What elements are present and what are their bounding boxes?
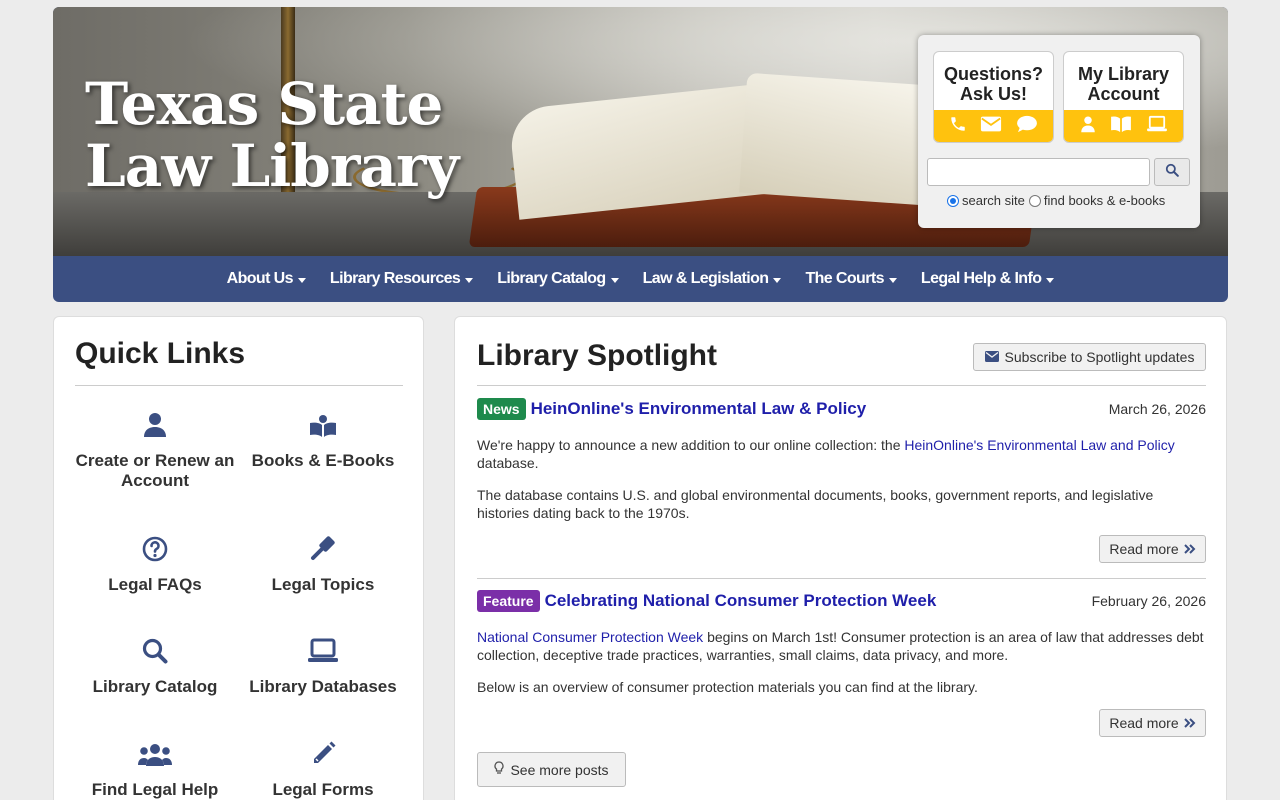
quick-link-library-catalog[interactable]: Library Catalog <box>71 638 239 697</box>
nav-the-courts[interactable]: The Courts <box>793 270 908 288</box>
read-more-button[interactable]: Read more <box>1099 535 1206 563</box>
site-title[interactable]: Texas State Law Library <box>85 73 459 197</box>
search-icon <box>142 638 168 669</box>
quick-link-legal-forms[interactable]: Legal Forms <box>239 741 407 800</box>
questions-card[interactable]: Questions? Ask Us! <box>933 51 1054 143</box>
radio-search-site[interactable] <box>947 194 959 207</box>
main-nav: About Us Library Resources Library Catal… <box>53 256 1228 302</box>
spotlight-title: Library Spotlight <box>477 339 717 372</box>
search-input[interactable] <box>927 158 1150 186</box>
envelope-icon[interactable] <box>980 115 1002 138</box>
read-more-button[interactable]: Read more <box>1099 709 1206 737</box>
radio-find-books[interactable] <box>1028 194 1041 207</box>
questions-card-title[interactable]: Questions? Ask Us! <box>934 52 1053 112</box>
laptop-icon[interactable] <box>1146 115 1168 138</box>
chat-icon[interactable] <box>1016 115 1038 138</box>
post-paragraph: The database contains U.S. and global en… <box>477 487 1154 521</box>
post-title-link[interactable]: HeinOnline's Environmental Law & Policy <box>531 399 867 418</box>
search-icon <box>1165 163 1179 182</box>
quick-links-title: Quick Links <box>75 337 246 370</box>
post-inline-link[interactable]: National Consumer Protection Week <box>477 629 703 645</box>
quick-link-books-ebooks[interactable]: Books & E-Books <box>239 413 407 471</box>
caret-down-icon <box>465 277 474 283</box>
account-card-title[interactable]: My Library Account <box>1064 52 1183 112</box>
book-icon[interactable] <box>1110 115 1132 138</box>
search-button[interactable] <box>1154 158 1190 186</box>
divider <box>75 385 403 386</box>
quick-link-legal-topics[interactable]: Legal Topics <box>239 536 407 595</box>
post-date: March 26, 2026 <box>1108 401 1206 417</box>
divider <box>477 578 1206 579</box>
divider <box>477 385 1206 386</box>
search-scope-radios: search site find books & e-books <box>947 193 1165 208</box>
post-badge-feature: Feature <box>477 590 540 612</box>
double-chevron-right-icon <box>1183 541 1196 557</box>
nav-about-us[interactable]: About Us <box>215 270 318 288</box>
radio-search-site-label[interactable]: search site <box>962 193 1025 208</box>
envelope-icon <box>984 349 999 365</box>
quick-link-find-legal-help[interactable]: Find Legal Help <box>71 742 239 800</box>
quick-link-create-account[interactable]: Create or Renew an Account <box>71 413 239 491</box>
lightbulb-icon <box>494 761 505 778</box>
spotlight-post: Feature Celebrating National Consumer Pro… <box>477 590 1206 750</box>
double-chevron-right-icon <box>1183 715 1196 731</box>
nav-legal-help-info[interactable]: Legal Help & Info <box>909 270 1066 288</box>
post-title-link[interactable]: Celebrating National Consumer Protection… <box>545 591 937 610</box>
see-more-posts-button[interactable]: See more posts <box>477 752 626 787</box>
quick-link-legal-faqs[interactable]: Legal FAQs <box>71 536 239 595</box>
users-icon <box>138 743 172 772</box>
nav-library-catalog[interactable]: Library Catalog <box>485 270 630 288</box>
caret-down-icon <box>888 277 897 283</box>
site-title-line2[interactable]: Law Library <box>85 135 459 197</box>
post-badge-news: News <box>477 398 526 420</box>
radio-find-books-label[interactable]: find books & e-books <box>1044 193 1165 208</box>
post-paragraph: Below is an overview of consumer protect… <box>477 679 978 695</box>
user-icon <box>143 412 167 443</box>
header-widget: Questions? Ask Us! My Library Account se… <box>918 35 1200 228</box>
caret-down-icon <box>297 277 306 283</box>
gavel-icon <box>310 536 336 567</box>
phone-icon[interactable] <box>949 115 967 138</box>
post-paragraph: National Consumer Protection Week begins… <box>477 629 1204 663</box>
my-account-card[interactable]: My Library Account <box>1063 51 1184 143</box>
quick-link-library-databases[interactable]: Library Databases <box>239 638 407 697</box>
nav-law-legislation[interactable]: Law & Legislation <box>631 270 794 288</box>
caret-down-icon <box>610 277 619 283</box>
laptop-icon <box>307 638 339 669</box>
post-inline-link[interactable]: HeinOnline's Environmental Law and Polic… <box>904 437 1174 453</box>
site-header: Texas State Law Library Questions? Ask U… <box>53 7 1228 302</box>
library-spotlight-panel: Library Spotlight Subscribe to Spotlight… <box>454 316 1227 800</box>
pencil-icon <box>310 741 336 772</box>
site-title-line1[interactable]: Texas State <box>85 73 458 135</box>
caret-down-icon <box>773 277 782 283</box>
post-paragraph: We're happy to announce a new addition t… <box>477 437 1175 471</box>
spotlight-post: News HeinOnline's Environmental Law & Pol… <box>477 398 1206 568</box>
post-date: February 26, 2026 <box>1091 593 1206 609</box>
open-book-icon <box>309 414 337 443</box>
caret-down-icon <box>1046 277 1055 283</box>
quick-links-panel: Quick Links Create or Renew an Account B… <box>53 316 424 800</box>
question-circle-icon <box>142 536 168 567</box>
subscribe-button[interactable]: Subscribe to Spotlight updates <box>973 343 1206 371</box>
nav-library-resources[interactable]: Library Resources <box>318 270 485 288</box>
user-icon[interactable] <box>1079 115 1097 138</box>
